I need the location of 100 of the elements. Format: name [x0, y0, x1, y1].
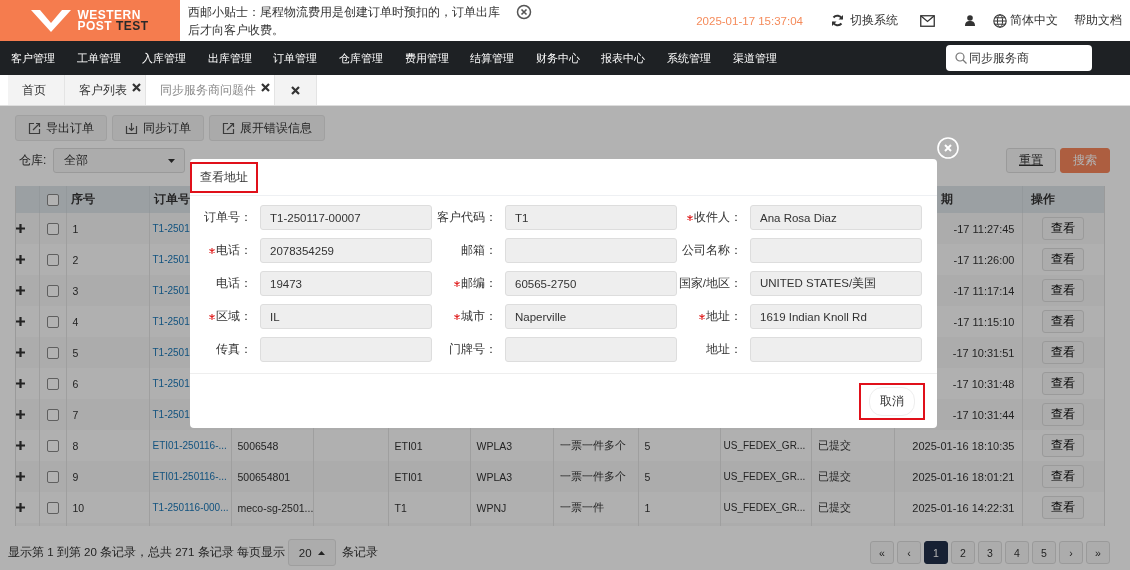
nav-menu-item[interactable]: 入库管理: [135, 50, 194, 66]
input-field[interactable]: UNITED STATES/美国: [750, 271, 922, 296]
pagination-button[interactable]: 5: [1032, 541, 1056, 564]
view-button[interactable]: 查看: [1042, 496, 1084, 519]
order-link[interactable]: T1-250116-000...: [152, 502, 229, 513]
warehouse-select[interactable]: 全部: [53, 148, 186, 173]
pagination-button[interactable]: ‹: [897, 541, 921, 564]
nav-menu-item[interactable]: 结算管理: [463, 50, 522, 66]
order-link[interactable]: T1-2501: [152, 254, 190, 265]
input-field[interactable]: [260, 337, 432, 362]
pagination-button[interactable]: «: [870, 541, 894, 564]
input-field[interactable]: IL: [260, 304, 432, 329]
checkbox[interactable]: [46, 254, 59, 267]
view-button[interactable]: 查看: [1042, 310, 1084, 333]
order-link[interactable]: T1-2501: [152, 285, 190, 296]
expand-plus-icon[interactable]: [16, 441, 25, 450]
expand-plus-icon[interactable]: [16, 255, 25, 264]
input-field[interactable]: Ana Rosa Diaz: [750, 205, 922, 230]
close-tabs-tab[interactable]: [275, 75, 317, 105]
view-button[interactable]: 查看: [1042, 434, 1084, 457]
view-button[interactable]: 查看: [1042, 279, 1084, 302]
page-size-select[interactable]: 20: [287, 539, 336, 566]
input-field[interactable]: [505, 337, 677, 362]
input-field[interactable]: [750, 337, 922, 362]
pagination-button[interactable]: 3: [978, 541, 1002, 564]
expand-plus-icon[interactable]: [16, 410, 25, 419]
help-link[interactable]: 帮助文档: [1074, 13, 1122, 28]
table-cell: 一票一件多个: [559, 469, 626, 482]
view-button[interactable]: 查看: [1042, 341, 1084, 364]
expand-plus-icon[interactable]: [16, 503, 25, 512]
search-field[interactable]: 同步服务商: [946, 45, 1092, 71]
input-field[interactable]: T1-250117-00007: [260, 205, 432, 230]
reset-button[interactable]: 重置: [1006, 148, 1056, 173]
tab[interactable]: 客户列表: [65, 75, 146, 105]
view-button[interactable]: 查看: [1042, 465, 1084, 488]
nav-menu-item[interactable]: 财务中心: [528, 50, 587, 66]
field-label: 电话：: [216, 276, 252, 291]
switch-system-link[interactable]: 切换系统: [850, 13, 898, 28]
expand-plus-icon[interactable]: [16, 286, 25, 295]
order-link[interactable]: ETI01-250116-...: [152, 440, 227, 451]
close-icon[interactable]: [261, 83, 270, 92]
order-link[interactable]: T1-2501: [152, 347, 190, 358]
checkbox[interactable]: [46, 378, 59, 391]
input-field[interactable]: 1619 Indian Knoll Rd: [750, 304, 922, 329]
nav-menu-item[interactable]: 报表中心: [594, 50, 653, 66]
checkbox[interactable]: [46, 409, 59, 422]
checkbox[interactable]: [46, 316, 59, 329]
mail-icon[interactable]: [920, 14, 935, 27]
close-icon[interactable]: [132, 83, 141, 92]
checkbox[interactable]: [46, 502, 59, 515]
pagination-button[interactable]: 2: [951, 541, 975, 564]
view-button[interactable]: 查看: [1042, 217, 1084, 240]
tab[interactable]: 首页: [8, 75, 65, 105]
input-field[interactable]: 2078354259: [260, 238, 432, 263]
order-link[interactable]: T1-2501: [152, 378, 190, 389]
nav-menu-item[interactable]: 渠道管理: [725, 50, 784, 66]
toolbar-button[interactable]: 同步订单: [112, 115, 204, 141]
pagination-button[interactable]: 1: [924, 541, 948, 564]
checkbox[interactable]: [46, 223, 59, 236]
cancel-button[interactable]: 取消: [869, 387, 915, 416]
table-cell: 5006548: [237, 439, 279, 452]
nav-menu-item[interactable]: 工单管理: [69, 50, 128, 66]
checkbox[interactable]: [46, 347, 59, 360]
view-button[interactable]: 查看: [1042, 248, 1084, 271]
pagination-button[interactable]: »: [1086, 541, 1110, 564]
checkbox[interactable]: [46, 194, 59, 206]
view-button[interactable]: 查看: [1042, 372, 1084, 395]
nav-menu-item[interactable]: 费用管理: [397, 50, 456, 66]
view-button[interactable]: 查看: [1042, 403, 1084, 426]
record-summary: 显示第 1 到第 20 条记录，总共 271 条记录 每页显示: [8, 545, 285, 560]
input-field[interactable]: Naperville: [505, 304, 677, 329]
toolbar-button[interactable]: 展开错误信息: [209, 115, 325, 141]
nav-menu-item[interactable]: 仓库管理: [331, 50, 390, 66]
expand-plus-icon[interactable]: [16, 317, 25, 326]
nav-menu-item[interactable]: 客户管理: [4, 50, 62, 66]
language-link[interactable]: 简体中文: [1010, 13, 1058, 28]
input-field[interactable]: [505, 238, 677, 263]
input-field[interactable]: 60565-2750: [505, 271, 677, 296]
close-icon[interactable]: [291, 85, 300, 95]
order-link[interactable]: T1-2501: [152, 409, 190, 420]
order-link[interactable]: T1-2501: [152, 316, 190, 327]
user-icon[interactable]: [965, 15, 975, 26]
pagination-button[interactable]: 4: [1005, 541, 1029, 564]
nav-menu-item[interactable]: 出库管理: [200, 50, 259, 66]
nav-menu-item[interactable]: 系统管理: [659, 50, 718, 66]
input-field[interactable]: [750, 238, 922, 263]
input-field[interactable]: 19473: [260, 271, 432, 296]
checkbox[interactable]: [46, 285, 59, 298]
input-field[interactable]: T1: [505, 205, 677, 230]
nav-menu-item[interactable]: 订单管理: [266, 50, 325, 66]
expand-plus-icon[interactable]: [16, 348, 25, 357]
order-link[interactable]: T1-2501: [152, 223, 190, 234]
expand-plus-icon[interactable]: [16, 472, 25, 481]
checkbox[interactable]: [46, 440, 59, 453]
toolbar-button[interactable]: 导出订单: [15, 115, 107, 141]
expand-plus-icon[interactable]: [16, 224, 25, 233]
expand-plus-icon[interactable]: [16, 379, 25, 388]
checkbox[interactable]: [46, 471, 59, 484]
close-icon[interactable]: [516, 4, 532, 20]
pagination-button[interactable]: ›: [1059, 541, 1083, 564]
